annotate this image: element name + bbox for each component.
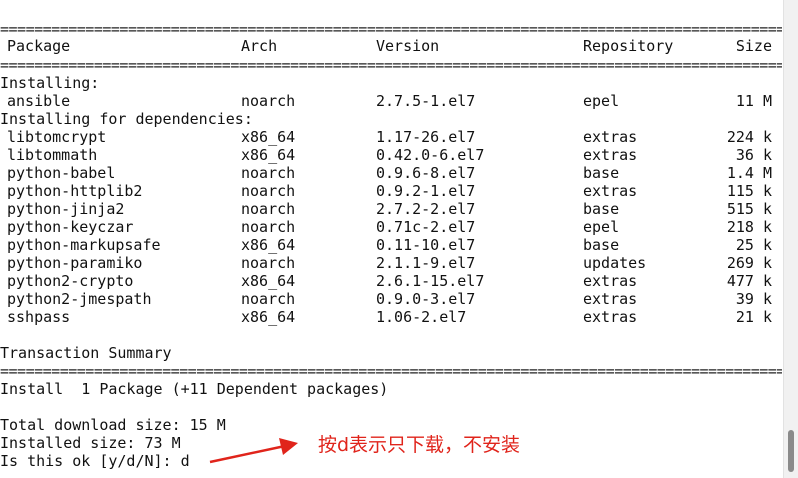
vertical-scrollbar[interactable]: [783, 0, 798, 478]
annotation-note: 按d表示只下载，不安装: [318, 434, 521, 456]
scrollbar-thumb[interactable]: [788, 430, 794, 472]
annotation-arrow-icon: [209, 438, 298, 464]
